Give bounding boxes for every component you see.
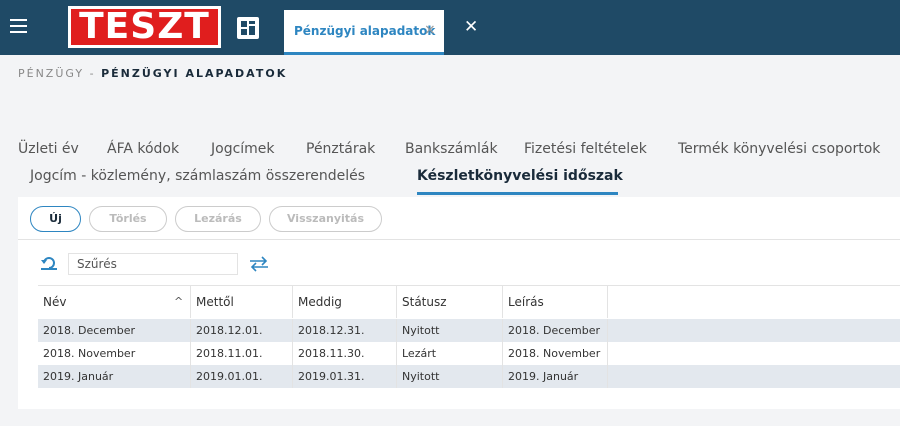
tab-close-icon[interactable]: × — [424, 22, 436, 38]
logo-text: TESZT — [71, 9, 218, 45]
cell-nev: 2019. Január — [38, 365, 191, 388]
top-bar: TESZT Pénzügyi alapadatok × ✕ — [0, 0, 900, 55]
table-header: Név ^ Mettől Meddig Státusz Leírás — [38, 285, 900, 318]
active-tab-indicator — [417, 192, 618, 195]
column-header-meddig[interactable]: Meddig — [293, 286, 397, 318]
column-header-leiras[interactable]: Leírás — [503, 286, 608, 318]
logo: TESZT — [68, 6, 221, 48]
cell-leiras: 2018. December — [503, 319, 608, 342]
open-tab-label: Pénzügyi alapadatok — [294, 24, 436, 38]
breadcrumb: PÉNZÜGY - PÉNZÜGYI ALAPADATOK — [18, 67, 287, 80]
column-header-nev[interactable]: Név ^ — [38, 286, 191, 318]
tab-jogcimek[interactable]: Jogcímek — [211, 141, 275, 157]
cell-leiras: 2018. November — [503, 342, 608, 365]
column-header-nev-label: Név — [43, 295, 67, 309]
cell-mettol: 2019.01.01. — [191, 365, 293, 388]
tab-uzleti-ev[interactable]: Üzleti év — [18, 141, 79, 157]
delete-button[interactable]: Törlés — [89, 206, 167, 232]
cell-nev: 2018. November — [38, 342, 191, 365]
breadcrumb-separator: - — [84, 67, 102, 80]
tab-jogcim-kozlemeny[interactable]: Jogcím - közlemény, számlaszám összerend… — [30, 168, 365, 184]
hamburger-menu-icon[interactable] — [10, 17, 30, 35]
tab-afa-kodok[interactable]: ÁFA kódok — [107, 141, 179, 157]
table-row[interactable]: 2019. Január 2019.01.01. 2019.01.31. Nyi… — [38, 365, 900, 388]
open-tab-penzugyi-alapadatok[interactable]: Pénzügyi alapadatok × — [284, 10, 444, 55]
tab-fizetesi-feltetelek[interactable]: Fizetési feltételek — [524, 141, 647, 157]
swap-columns-icon[interactable] — [249, 256, 269, 272]
tab-penztarak[interactable]: Pénztárak — [306, 141, 375, 157]
cell-nev: 2018. December — [38, 319, 191, 342]
refresh-icon[interactable] — [40, 254, 58, 270]
sort-ascending-icon[interactable]: ^ — [174, 286, 183, 318]
breadcrumb-root[interactable]: PÉNZÜGY — [18, 67, 84, 80]
cell-statusz: Nyitott — [397, 365, 503, 388]
content-panel: Új Törlés Lezárás Visszanyitás Szűrés Né… — [18, 197, 900, 409]
reopen-button[interactable]: Visszanyitás — [269, 206, 382, 232]
cell-meddig: 2018.12.31. — [293, 319, 397, 342]
cell-mettol: 2018.12.01. — [191, 319, 293, 342]
new-button[interactable]: Új — [30, 206, 81, 232]
cell-statusz: Lezárt — [397, 342, 503, 365]
column-header-statusz[interactable]: Státusz — [397, 286, 503, 318]
toolbar-divider — [18, 239, 900, 240]
tab-bankszamlak[interactable]: Bankszámlák — [405, 141, 498, 157]
close-all-tabs-icon[interactable]: ✕ — [464, 17, 478, 37]
cell-leiras: 2019. Január — [503, 365, 608, 388]
dashboard-icon[interactable] — [237, 17, 259, 39]
tab-keszletkonyvelesi-idoszak[interactable]: Készletkönyvelési időszak — [417, 168, 623, 184]
table-row[interactable]: 2018. December 2018.12.01. 2018.12.31. N… — [38, 319, 900, 342]
filter-input[interactable]: Szűrés — [68, 253, 238, 275]
cell-mettol: 2018.11.01. — [191, 342, 293, 365]
breadcrumb-current: PÉNZÜGYI ALAPADATOK — [101, 67, 288, 80]
cell-meddig: 2018.11.30. — [293, 342, 397, 365]
cell-meddig: 2019.01.31. — [293, 365, 397, 388]
close-period-button[interactable]: Lezárás — [175, 206, 261, 232]
cell-statusz: Nyitott — [397, 319, 503, 342]
table-row[interactable]: 2018. November 2018.11.01. 2018.11.30. L… — [38, 342, 900, 365]
tab-termek-konyvelesi-csoportok[interactable]: Termék könyvelési csoportok — [678, 141, 880, 157]
column-header-mettol[interactable]: Mettől — [191, 286, 293, 318]
